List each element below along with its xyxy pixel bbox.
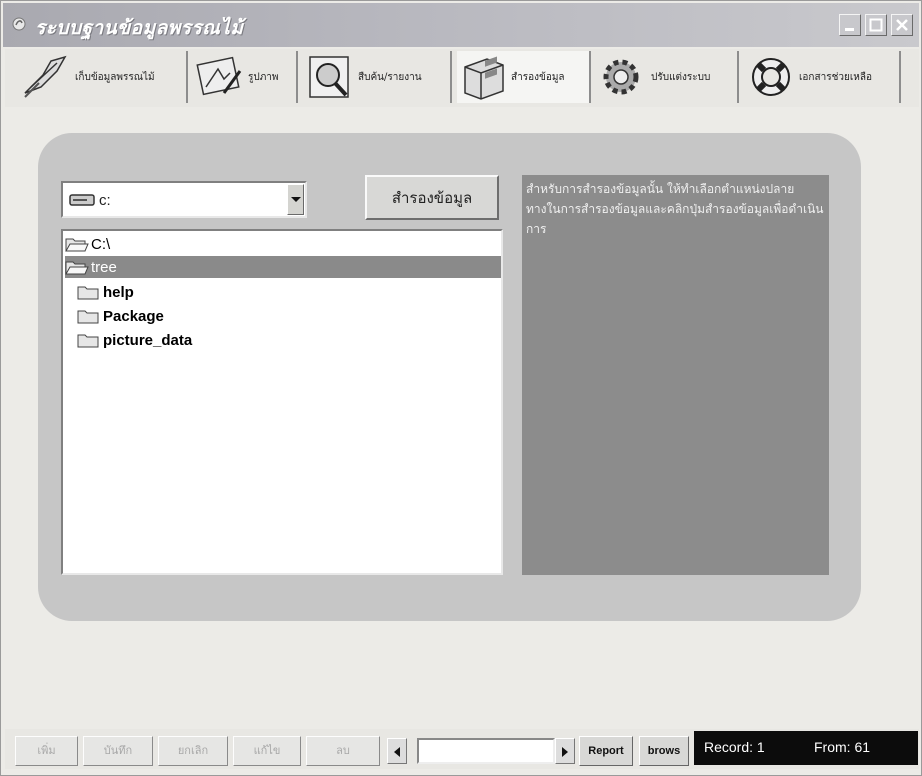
arrow-right-icon (562, 747, 568, 757)
report-button[interactable]: Report (579, 736, 633, 766)
toolbar-label-pictures: รูปภาพ (248, 71, 279, 83)
file-cabinet-icon (464, 56, 504, 100)
next-record-button[interactable] (555, 738, 575, 764)
drive-value: c: (99, 192, 111, 209)
directory-list[interactable]: C:\ tree help Package picture_data (61, 229, 503, 575)
close-button[interactable] (891, 14, 913, 36)
window-title: ระบบฐานข้อมูลพรรณไม้ (35, 17, 244, 39)
dir-item-tree[interactable]: tree (65, 256, 501, 278)
dir-label: help (103, 283, 134, 301)
toolbar-item-backup[interactable]: สำรองข้อมูล (457, 51, 591, 103)
main-toolbar: เก็บข้อมูลพรรณไม้ รูปภาพ สืบค้น/รายงาน ส… (5, 49, 919, 107)
folder-icon (77, 310, 99, 323)
toolbar-label-settings: ปรับแต่งระบบ (651, 71, 711, 83)
dir-label: Package (103, 307, 164, 325)
drive-dropdown-button[interactable] (287, 184, 304, 215)
cancel-button[interactable]: ยกเลิก (158, 736, 228, 766)
record-label: Record: 1 (704, 739, 765, 755)
toolbar-item-settings[interactable]: ปรับแต่งระบบ (597, 51, 739, 103)
dir-item-help[interactable]: help (77, 281, 377, 303)
lifebuoy-icon (752, 58, 790, 96)
plant-feather-icon (24, 55, 67, 98)
toolbar-label-help-docs: เอกสารช่วยเหลือ (799, 71, 872, 83)
open-folder-icon (65, 261, 89, 274)
dir-item-picture-data[interactable]: picture_data (77, 329, 377, 351)
open-folder-icon (65, 238, 89, 251)
record-counter: Record: 1 From: 61 (694, 731, 918, 765)
status-bar: เพิ่ม บันทึก ยกเลิก แก้ไข ลบ Report brow… (5, 729, 919, 769)
minimize-button[interactable] (839, 14, 861, 36)
add-button[interactable]: เพิ่ม (15, 736, 78, 766)
prev-record-button[interactable] (387, 738, 407, 764)
title-bar[interactable]: ระบบฐานข้อมูลพรรณไม้ (3, 3, 919, 47)
delete-button[interactable]: ลบ (306, 736, 380, 766)
app-icon (12, 17, 26, 31)
toolbar-item-pictures[interactable]: รูปภาพ (194, 51, 298, 103)
close-icon (896, 19, 908, 31)
gear-icon (603, 59, 639, 95)
from-label: From: 61 (814, 739, 871, 755)
toolbar-item-help-docs[interactable]: เอกสารช่วยเหลือ (745, 51, 901, 103)
minimize-icon (845, 28, 854, 31)
record-nav-input[interactable] (417, 738, 555, 764)
app-window: ระบบฐานข้อมูลพรรณไม้ เก็บข้อมูลพรรณไม้ ร… (0, 0, 922, 776)
magnifier-icon (309, 56, 349, 98)
toolbar-item-search-report[interactable]: สืบค้น/รายงาน (304, 51, 452, 103)
dir-label: tree (91, 258, 117, 276)
toolbar-label-plant-data: เก็บข้อมูลพรรณไม้ (75, 71, 155, 83)
drive-select[interactable]: c: (61, 181, 307, 218)
toolbar-label-backup: สำรองข้อมูล (511, 71, 565, 83)
maximize-button[interactable] (865, 14, 887, 36)
dir-label: C:\ (91, 235, 111, 253)
toolbar-label-search-report: สืบค้น/รายงาน (358, 71, 422, 83)
picture-palette-icon (196, 56, 242, 96)
folder-icon (77, 334, 99, 347)
save-button[interactable]: บันทึก (83, 736, 153, 766)
drive-icon (69, 194, 95, 206)
toolbar-item-plant-data[interactable]: เก็บข้อมูลพรรณไม้ (21, 51, 188, 103)
maximize-icon (869, 18, 883, 32)
dir-item-root[interactable]: C:\ (65, 233, 501, 255)
chevron-down-icon (291, 197, 301, 202)
folder-icon (77, 286, 99, 299)
edit-button[interactable]: แก้ไข (233, 736, 301, 766)
arrow-left-icon (394, 747, 400, 757)
info-text: สำหรับการสำรองข้อมูลนั้น ให้ทำเลือกตำแหน… (522, 175, 829, 575)
dir-item-package[interactable]: Package (77, 305, 377, 327)
backup-button[interactable]: สำรองข้อมูล (365, 175, 499, 220)
brows-button[interactable]: brows (639, 736, 689, 766)
dir-label: picture_data (103, 331, 193, 349)
